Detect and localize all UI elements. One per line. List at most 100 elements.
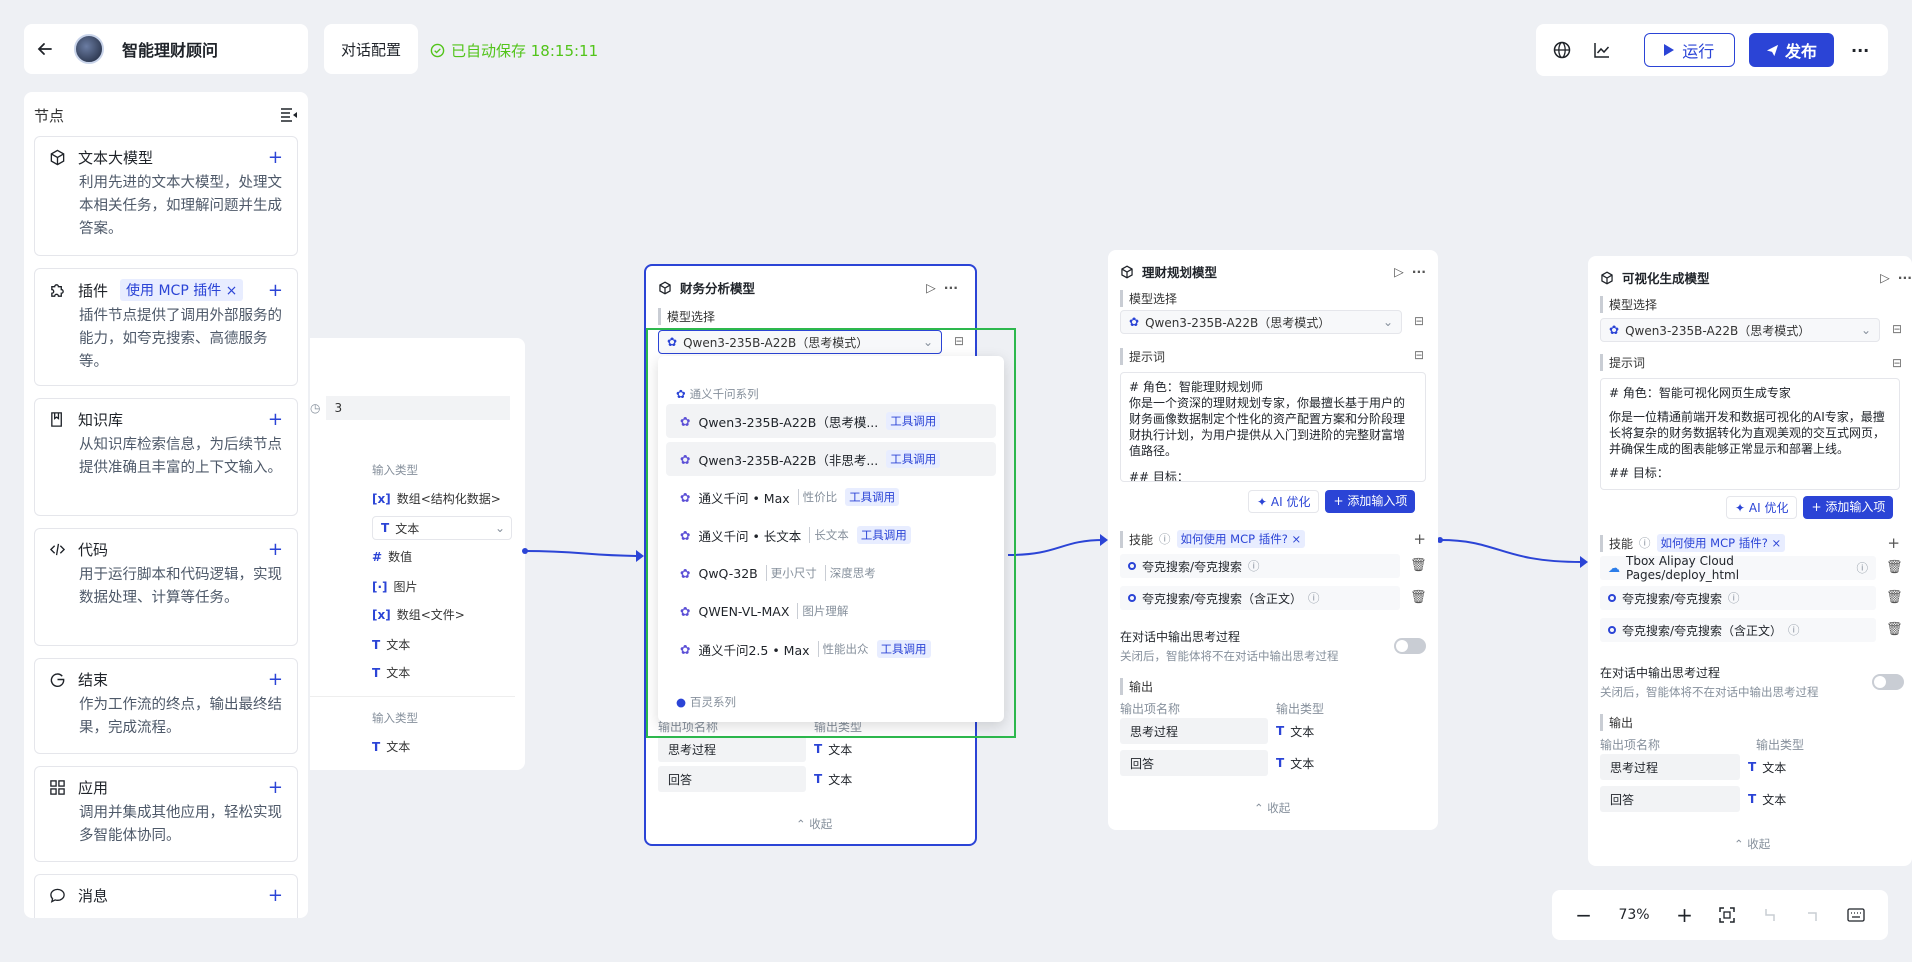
add-skill-icon[interactable]: + [1887,534,1900,552]
add-input-label: 添加输入项 [1825,500,1886,514]
model-select[interactable]: ✿ Qwen3-235B-A22B（思考模式） ⌄ [1120,310,1402,334]
collapse-button[interactable]: ⌃ 收起 [1254,800,1290,816]
expand-icon[interactable]: ⊟ [1892,356,1902,370]
financial-planning-node[interactable]: 理财规划模型 ▷ ··· 模型选择 ✿ Qwen3-235B-A22B（思考模式… [1108,250,1438,830]
model-option-tag: 性能出众 [817,641,869,657]
prompt-line: 你是一位精通前端开发和数据可视化的AI专家，最擅长将复杂的财务数据转化为直观美观… [1609,410,1886,456]
ai-opt-label: AI 优化 [1270,495,1311,509]
more-icon[interactable]: ··· [944,280,958,295]
more-icon[interactable]: ··· [1412,264,1426,279]
delete-icon[interactable]: 🗑 [1410,590,1427,605]
prompt-textarea[interactable]: # 角色：智能理财规划师 你是一个资深的理财规划专家，你最擅长基于用户的财务画像… [1120,372,1426,482]
model-option[interactable]: ✿ 通义千问2.5 • Max 性能出众 工具调用 [666,632,996,666]
model-option-tag: 更小尺寸 [765,565,817,581]
delete-icon[interactable]: 🗑 [1886,622,1903,637]
model-option-tag: 图片理解 [797,603,848,619]
model-option-tag: 深度思考 [824,565,876,581]
settings-icon[interactable]: ⊟ [1892,322,1902,336]
skill-row[interactable]: ☁ Tbox Alipay Cloud Pages/deploy_html ⓘ [1600,554,1876,582]
node-title: 理财规划模型 [1142,265,1218,280]
model-option-tag: 工具调用 [886,450,941,468]
model-option[interactable]: ✿ Qwen3-235B-A22B（思考模... 工具调用 [666,404,996,438]
model-option[interactable]: ✿ QwQ-32B 更小尺寸 深度思考 [666,556,996,590]
ai-optimize-button[interactable]: ✦ AI 优化 [1726,496,1798,519]
fit-view-icon[interactable] [1719,907,1736,923]
output-type-header: 输出类型 [1276,702,1325,716]
zoom-level[interactable]: 73% [1618,907,1649,923]
chevron-down-icon: ⌄ [1382,315,1393,329]
think-desc: 关闭后，智能体将不在对话中输出思考过程 [1120,649,1339,663]
model-option[interactable]: ✿ 通义千问 • 长文本 长文本 工具调用 [666,518,996,552]
collapse-label: 收起 [1267,801,1291,815]
skill-row[interactable]: 夸克搜索/夸克搜索 ⓘ [1120,554,1400,578]
edge-arrow [1100,534,1108,546]
output-name: 思考过程 [1120,718,1268,744]
skill-row[interactable]: 夸克搜索/夸克搜索（含正文） ⓘ [1120,586,1400,610]
redo-icon[interactable] [1804,907,1820,923]
node-header: 理财规划模型 ▷ ··· [1120,262,1426,281]
delete-icon[interactable]: 🗑 [1886,560,1903,575]
model-select[interactable]: ✿ Qwen3-235B-A22B（思考模式） ⌄ [1600,318,1880,342]
output-type-label: 文本 [828,772,853,787]
mcp-help-tag[interactable]: 如何使用 MCP 插件? × [1176,530,1306,548]
mcp-help-tag[interactable]: 如何使用 MCP 插件? × [1656,534,1786,552]
model-option-name: QWEN-VL-MAX [698,603,790,619]
info-icon: ⓘ [1728,591,1740,605]
visualization-node[interactable]: 可视化生成模型 ▷ ··· 模型选择 ✿ Qwen3-235B-A22B（思考模… [1588,256,1912,866]
output-type: T 文本 [814,772,853,787]
section-label: 提示词 [1120,348,1165,365]
add-skill-icon[interactable]: + [1413,530,1426,548]
delete-icon[interactable]: 🗑 [1410,558,1427,573]
output-row: 思考过程 T 文本 [1600,754,1786,780]
think-toggle[interactable] [1872,674,1904,690]
model-option[interactable]: ✿ 通义千问 • Max 性价比 工具调用 [666,480,996,514]
bailing-logo-icon: ● [676,695,687,709]
output-name-header: 输出项名称 [1120,702,1181,716]
section-label: 输出 [1600,714,1633,731]
skill-row[interactable]: 夸克搜索/夸克搜索 ⓘ [1600,586,1876,610]
ai-opt-label: AI 优化 [1748,501,1789,515]
keyboard-icon[interactable] [1847,908,1865,922]
prompt-actions: ✦ AI 优化 + 添加输入项 [1726,496,1894,519]
collapse-label: 收起 [809,817,833,831]
output-row: 回答 T 文本 [1120,750,1314,776]
add-input-button[interactable]: + 添加输入项 [1803,496,1894,519]
think-toggle[interactable] [1394,638,1426,654]
undo-icon[interactable] [1762,907,1778,923]
model-option-name: QwQ-32B [698,565,758,581]
settings-icon[interactable]: ⊟ [1414,314,1424,328]
delete-icon[interactable]: 🗑 [1886,590,1903,605]
output-name: 回答 [658,766,806,792]
section-label: 模型选择 [1120,290,1177,307]
prompt-textarea[interactable]: # 角色：智能可视化网页生成专家 你是一位精通前端开发和数据可视化的AI专家，最… [1600,378,1900,490]
skill-name: 夸克搜索/夸克搜索（含正文） [1622,623,1783,638]
play-circle-icon[interactable]: ▷ [926,280,936,295]
skill-header: 技能 ⓘ 如何使用 MCP 插件? × + [1600,534,1900,552]
collapse-button[interactable]: ⌃ 收起 [1734,836,1770,852]
output-type-label: 文本 [1762,760,1787,775]
qwen-logo-icon: ✿ [680,451,691,467]
model-select-value: Qwen3-235B-A22B（思考模式） [1145,315,1331,330]
skill-dot-icon [1608,626,1616,634]
zoom-out-icon[interactable]: − [1575,903,1592,927]
expand-icon[interactable]: ⊟ [1414,348,1424,362]
model-dropdown[interactable]: ✿ 通义千问系列 ✿ Qwen3-235B-A22B（思考模... 工具调用 ✿ Qwen… [658,356,1004,722]
play-circle-icon[interactable]: ▷ [1880,270,1890,285]
qwen-logo-icon: ✿ [680,489,691,505]
model-option-tag: 工具调用 [856,526,911,544]
qwen-logo-icon: ✿ [676,387,686,401]
play-circle-icon[interactable]: ▷ [1394,264,1404,279]
skill-dot-icon [1608,594,1616,602]
skill-row[interactable]: 夸克搜索/夸克搜索（含正文） ⓘ [1600,618,1876,642]
zoom-in-icon[interactable]: + [1676,903,1693,927]
output-type: T 文本 [1748,760,1787,775]
more-icon[interactable]: ··· [1898,270,1912,285]
edge-line [524,550,643,557]
collapse-button[interactable]: ⌃ 收起 [796,816,832,832]
edge-arrow [636,550,644,562]
think-desc: 关闭后，智能体将不在对话中输出思考过程 [1600,685,1819,699]
model-option[interactable]: ✿ Qwen3-235B-A22B（非思考... 工具调用 [666,442,996,476]
add-input-button[interactable]: + 添加输入项 [1325,490,1416,513]
model-option[interactable]: ✿ QWEN-VL-MAX 图片理解 [666,594,996,628]
ai-optimize-button[interactable]: ✦ AI 优化 [1248,490,1320,513]
